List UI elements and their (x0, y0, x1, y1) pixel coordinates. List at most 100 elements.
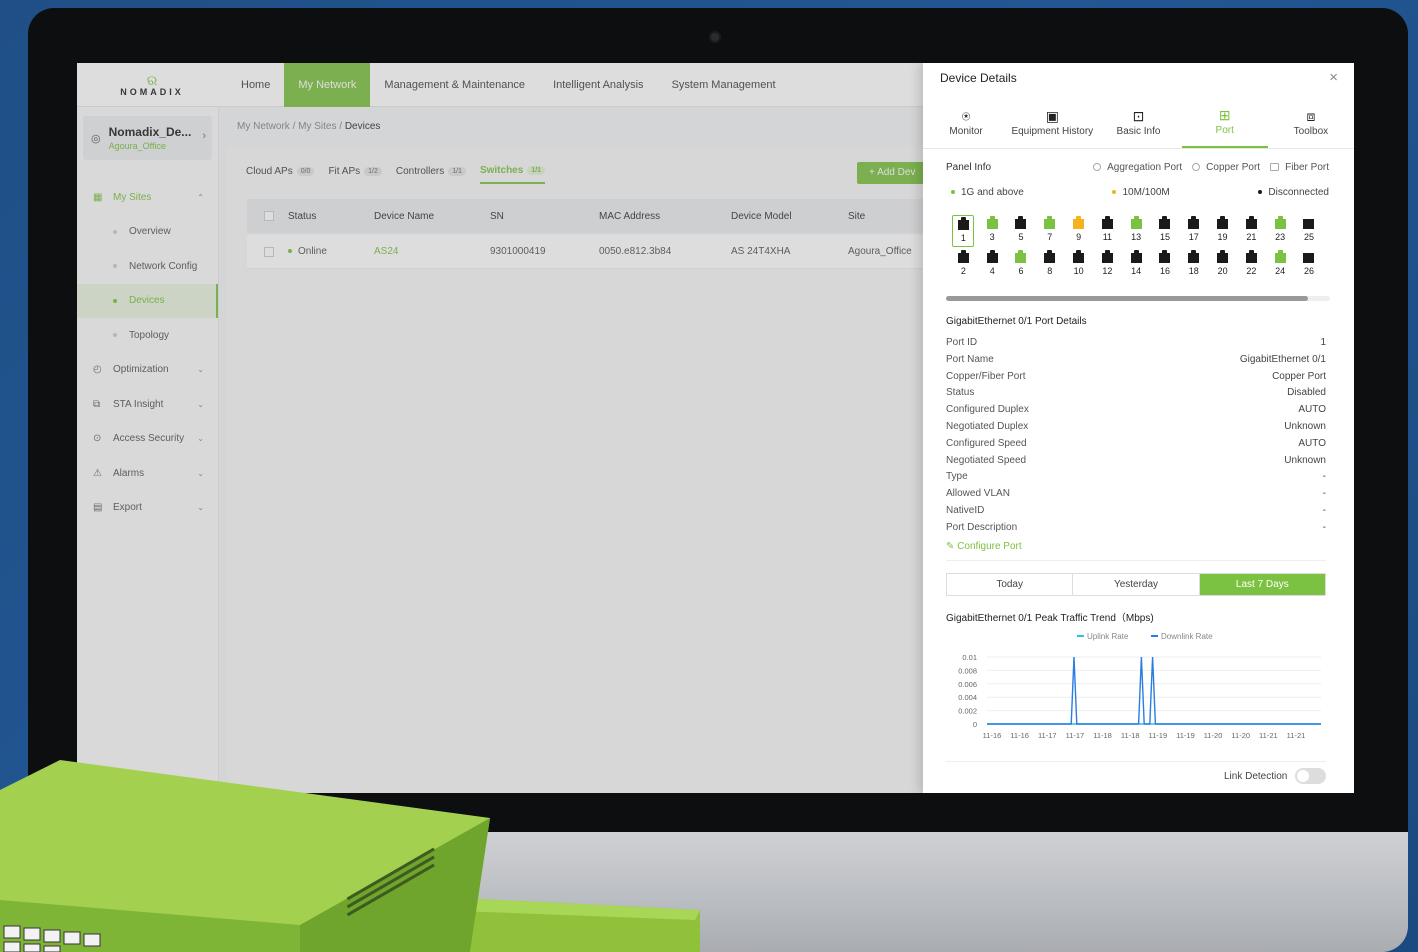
range-today[interactable]: Today (947, 574, 1074, 595)
copper-port-icon (1245, 216, 1257, 229)
detail-label: Status (946, 387, 975, 399)
info-card-icon: ⊡ (1132, 107, 1145, 124)
x-tick-label: 11-19 (1176, 731, 1195, 740)
fiber-port-icon (1303, 219, 1315, 229)
detail-row: Type - (946, 471, 1326, 488)
port-11[interactable]: 11 (1093, 215, 1122, 249)
port-number: 10 (1073, 266, 1084, 276)
panel-info-header: Panel Info Aggregation Port Copper Port … (946, 162, 1329, 173)
port-number: 14 (1131, 266, 1142, 276)
panel-title: Device Details (940, 71, 1017, 85)
legend-label: Copper Port (1206, 162, 1261, 173)
port-18[interactable]: 18 (1179, 249, 1208, 283)
tab-toolbox[interactable]: ⧈ Toolbox (1268, 97, 1354, 148)
port-24[interactable]: 24 (1266, 249, 1295, 283)
link-detection-toggle[interactable] (1295, 768, 1326, 784)
port-number: 1 (960, 233, 966, 243)
detail-label: Type (946, 471, 968, 483)
configure-port-label: Configure Port (957, 541, 1022, 552)
port-number: 25 (1303, 232, 1314, 242)
y-tick-label: 0.008 (958, 666, 977, 675)
legend-label: Downlink Rate (1161, 632, 1213, 641)
edit-icon: ✎ (946, 541, 958, 552)
detail-label: Negotiated Speed (946, 454, 1027, 466)
port-number: 9 (1076, 232, 1082, 242)
range-last-7-days[interactable]: Last 7 Days (1199, 574, 1325, 595)
port-26[interactable]: 26 (1295, 249, 1324, 283)
port-number: 22 (1246, 266, 1257, 276)
status-dot-icon (1112, 190, 1117, 195)
close-icon[interactable]: × (1329, 69, 1338, 86)
detail-label: Port ID (946, 337, 978, 348)
x-tick-label: 11-19 (1148, 731, 1167, 740)
legend-fiber: Fiber Port (1270, 162, 1329, 173)
app-screen: ର NOMADIX Home My Network Management & M… (77, 63, 1354, 793)
port-3[interactable]: 3 (978, 215, 1007, 249)
legend-label: Fiber Port (1285, 162, 1329, 173)
copper-port-icon (1159, 250, 1171, 263)
port-scrollbar[interactable] (946, 296, 1330, 301)
tab-port[interactable]: ⊞ Port (1181, 97, 1268, 148)
port-22[interactable]: 22 (1237, 249, 1266, 283)
detail-value: - (1322, 504, 1326, 516)
x-tick-label: 11-18 (1093, 731, 1112, 740)
port-9[interactable]: 9 (1064, 215, 1093, 249)
port-number: 19 (1217, 232, 1228, 242)
tab-label: Port (1215, 124, 1234, 136)
port-number: 21 (1246, 232, 1257, 242)
y-tick-label: 0.01 (962, 653, 977, 662)
port-21[interactable]: 21 (1237, 215, 1266, 249)
port-15[interactable]: 15 (1151, 215, 1180, 249)
detail-value: GigabitEthernet 0/1 (1239, 353, 1326, 365)
legend-1g: 1G and above (951, 187, 1024, 198)
status-dot-icon (951, 190, 955, 195)
port-number: 15 (1159, 232, 1170, 242)
legend-label: Uplink Rate (1087, 632, 1129, 641)
copper-port-icon (1015, 250, 1027, 263)
port-details-title: GigabitEthernet 0/1 Port Details (946, 316, 1087, 327)
configure-port-link[interactable]: ✎ Configure Port (946, 541, 1022, 552)
x-tick-label: 11-21 (1259, 731, 1278, 740)
port-10[interactable]: 10 (1064, 249, 1093, 283)
tab-basic-info[interactable]: ⊡ Basic Info (1095, 97, 1181, 148)
port-19[interactable]: 19 (1208, 215, 1237, 249)
calendar-icon: ▣ (1045, 107, 1059, 124)
copper-port-icon (1101, 216, 1113, 229)
copper-port-icon (1015, 216, 1027, 229)
port-14[interactable]: 14 (1122, 249, 1151, 283)
port-12[interactable]: 12 (1093, 249, 1122, 283)
tab-label: Monitor (949, 125, 983, 137)
port-number: 13 (1131, 232, 1142, 242)
port-23[interactable]: 23 (1266, 215, 1295, 249)
y-tick-label: 0 (973, 720, 977, 729)
detail-row: Status Disabled (946, 387, 1326, 404)
port-13[interactable]: 13 (1122, 215, 1151, 249)
tab-monitor[interactable]: ⍟ Monitor (923, 97, 1009, 148)
port-2[interactable]: 2 (949, 249, 978, 283)
detail-value: AUTO (1298, 404, 1326, 416)
copper-port-icon (1192, 163, 1201, 171)
port-4[interactable]: 4 (978, 249, 1007, 283)
port-number: 24 (1275, 266, 1286, 276)
copper-port-icon (986, 250, 998, 263)
port-5[interactable]: 5 (1007, 215, 1036, 249)
port-1[interactable]: 1 (952, 215, 975, 247)
port-8[interactable]: 8 (1035, 249, 1064, 283)
port-number: 20 (1217, 266, 1228, 276)
port-7[interactable]: 7 (1035, 215, 1064, 249)
port-17[interactable]: 17 (1179, 215, 1208, 249)
modal-overlay[interactable] (77, 63, 923, 793)
port-number: 3 (989, 232, 995, 242)
detail-value: AUTO (1298, 437, 1326, 449)
tab-equipment-history[interactable]: ▣ Equipment History (1009, 97, 1095, 148)
port-25[interactable]: 25 (1295, 215, 1324, 249)
port-20[interactable]: 20 (1208, 249, 1237, 283)
port-number: 5 (1018, 232, 1024, 242)
scrollbar-thumb[interactable] (946, 296, 1308, 301)
port-row-top: 1 3 5 7 9 11 13 15 17 19 21 23 25 (949, 215, 1329, 249)
port-6[interactable]: 6 (1007, 249, 1036, 283)
detail-label: Copper/Fiber Port (946, 370, 1026, 382)
port-16[interactable]: 16 (1151, 249, 1180, 283)
switch-hardware-image (0, 760, 700, 952)
range-yesterday[interactable]: Yesterday (1073, 574, 1200, 595)
